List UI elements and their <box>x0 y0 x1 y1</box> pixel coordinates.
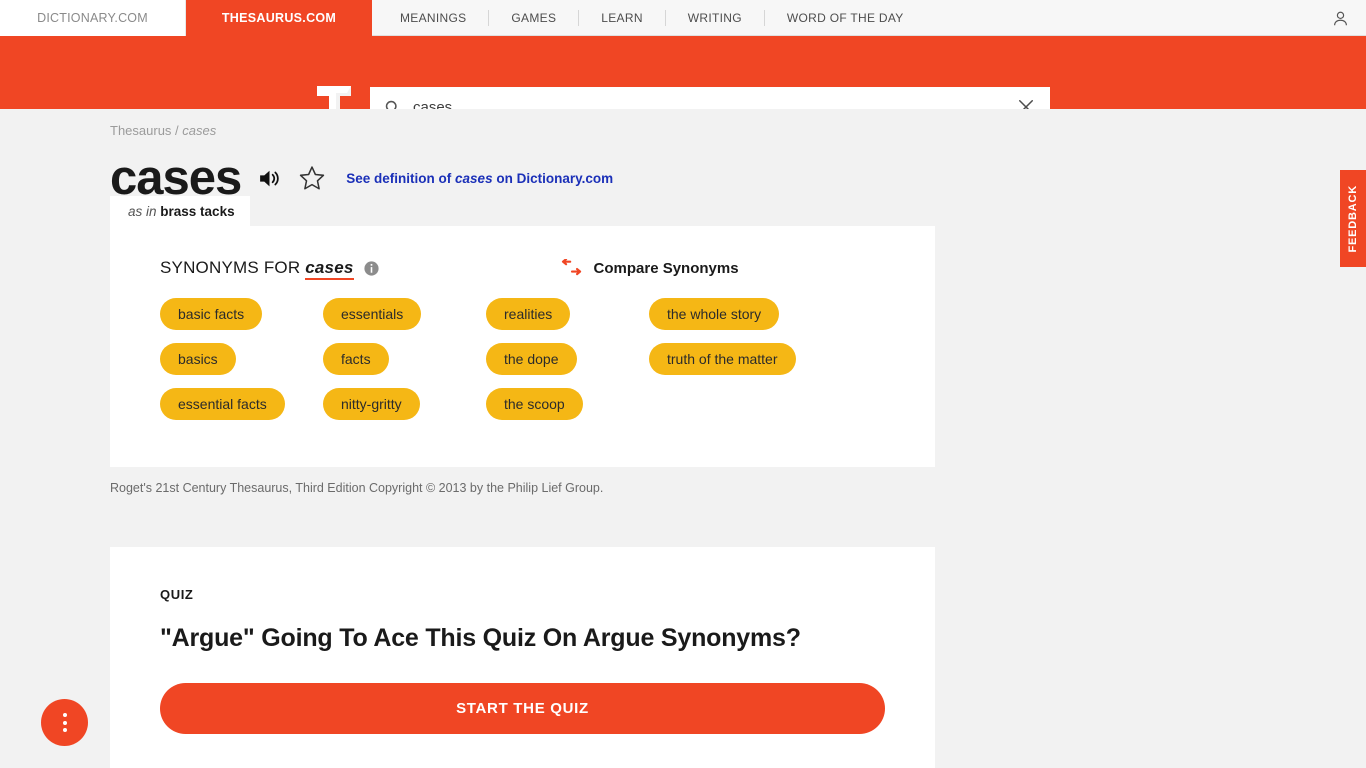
quiz-card: QUIZ "Argue" Going To Ace This Quiz On A… <box>110 547 935 768</box>
breadcrumb-separator: / <box>175 123 179 138</box>
see-definition-pre: See definition of <box>346 170 456 186</box>
feedback-tab[interactable]: FEEDBACK <box>1340 170 1366 267</box>
nav-item-games[interactable]: GAMES <box>489 0 578 36</box>
synonyms-card-header: SYNONYMS FOR cases Compare Synonyms <box>110 258 935 280</box>
breadcrumb-current: cases <box>182 123 217 138</box>
see-definition-link[interactable]: See definition of cases on Dictionary.co… <box>346 171 613 186</box>
search-box[interactable] <box>370 87 1050 109</box>
site-tab-thesaurus[interactable]: THESAURUS.COM <box>186 0 372 36</box>
synonym-column: the whole story truth of the matter <box>649 298 849 433</box>
synonyms-heading: SYNONYMS FOR cases <box>160 258 354 280</box>
nav-item-learn[interactable]: LEARN <box>579 0 665 36</box>
kebab-menu-icon <box>62 712 67 734</box>
compare-synonyms-label: Compare Synonyms <box>593 259 739 277</box>
synonym-column: essentials facts nitty-gritty <box>323 298 486 433</box>
synonym-chip[interactable]: the whole story <box>649 298 780 331</box>
nav-item-writing[interactable]: WRITING <box>666 0 764 36</box>
synonym-chip[interactable]: essential facts <box>160 388 285 421</box>
thesaurus-t-logo[interactable] <box>315 84 353 109</box>
synonym-chip-grid: basic facts basics essential facts essen… <box>110 278 935 433</box>
synonym-chip[interactable]: essentials <box>323 298 422 331</box>
sense-tab-phrase: brass tacks <box>160 204 235 219</box>
synonyms-heading-pre: SYNONYMS FOR <box>160 258 306 277</box>
site-tab-thesaurus-label: THESAURUS.COM <box>221 11 337 25</box>
account-person-icon <box>1334 11 1347 25</box>
synonym-chip[interactable]: basics <box>160 343 236 376</box>
synonym-chip[interactable]: the scoop <box>486 388 583 421</box>
top-navigation-bar: DICTIONARY.COM THESAURUS.COM MEANINGS GA… <box>0 0 1366 36</box>
feedback-tab-label: FEEDBACK <box>1347 184 1359 253</box>
quiz-kicker: QUIZ <box>160 587 194 603</box>
synonym-chip[interactable]: truth of the matter <box>649 343 796 376</box>
synonym-chip[interactable]: basic facts <box>160 298 263 331</box>
speaker-audio-icon <box>260 170 279 186</box>
compare-arrows-icon <box>561 259 581 276</box>
page-body: Thesaurus / cases cases See definition o… <box>0 109 1366 768</box>
synonyms-info-button[interactable] <box>363 260 380 277</box>
nav-item-word-of-the-day[interactable]: WORD OF THE DAY <box>765 0 926 36</box>
site-tab-dictionary[interactable]: DICTIONARY.COM <box>0 0 186 36</box>
synonyms-card: SYNONYMS FOR cases Compare Synonyms basi… <box>110 226 935 468</box>
close-x-icon[interactable] <box>1016 97 1036 109</box>
sense-tab-asin-label: as in <box>128 204 161 219</box>
copyright-text: Roget's 21st Century Thesaurus, Third Ed… <box>110 481 604 496</box>
nav-links: MEANINGS GAMES LEARN WRITING WORD OF THE… <box>372 0 926 35</box>
see-definition-word: cases <box>455 170 493 186</box>
breadcrumb-root[interactable]: Thesaurus <box>110 123 171 138</box>
search-input[interactable] <box>401 97 1016 109</box>
account-button[interactable] <box>1331 0 1350 36</box>
nav-item-meanings[interactable]: MEANINGS <box>378 0 488 36</box>
info-circle-icon <box>363 260 379 276</box>
breadcrumb: Thesaurus / cases <box>0 109 1366 138</box>
see-definition-post: on Dictionary.com <box>492 170 614 186</box>
synonym-chip[interactable]: facts <box>323 343 389 376</box>
synonym-chip[interactable]: the dope <box>486 343 577 376</box>
sense-tab-brass-tacks[interactable]: as in brass tacks <box>110 196 250 226</box>
search-banner <box>0 36 1366 109</box>
favorite-button[interactable] <box>298 164 326 192</box>
synonym-column: realities the dope the scoop <box>486 298 649 433</box>
synonyms-heading-word: cases <box>305 258 354 280</box>
search-icon <box>385 100 397 109</box>
quiz-title: "Argue" Going To Ace This Quiz On Argue … <box>160 624 801 653</box>
pronounce-button[interactable] <box>257 166 282 191</box>
synonym-column: basic facts basics essential facts <box>160 298 323 433</box>
compare-synonyms-button[interactable]: Compare Synonyms <box>560 259 739 277</box>
options-fab-button[interactable] <box>41 699 88 746</box>
star-outline-icon <box>300 166 325 190</box>
site-tab-dictionary-label: DICTIONARY.COM <box>37 11 148 25</box>
start-quiz-button[interactable]: START THE QUIZ <box>160 683 885 735</box>
synonym-chip[interactable]: nitty-gritty <box>323 388 420 421</box>
synonym-chip[interactable]: realities <box>486 298 571 331</box>
headline-row: cases See definition of cases on Diction… <box>0 138 1366 202</box>
sense-tab-strip: as in brass tacks <box>110 196 1366 226</box>
search-area <box>370 87 1050 109</box>
